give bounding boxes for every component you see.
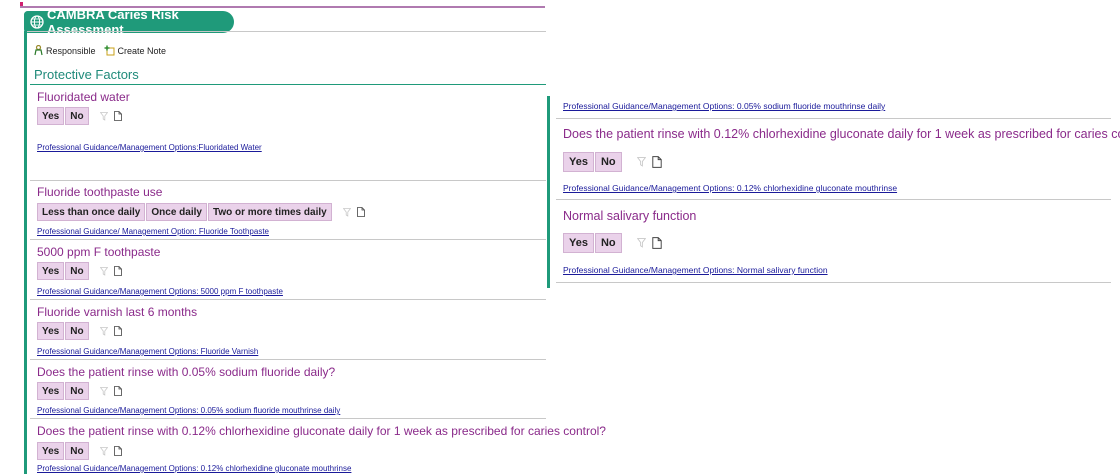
note-icon[interactable] (113, 446, 122, 456)
section-title: Protective Factors (34, 67, 139, 82)
option-once-daily[interactable]: Once daily (146, 203, 207, 221)
question-fluoride-toothpaste: Fluoride toothpaste use (37, 185, 163, 199)
filter-icon[interactable] (99, 111, 108, 121)
row-divider (30, 299, 546, 300)
responsible-label: Responsible (46, 45, 96, 56)
note-icon[interactable] (356, 207, 365, 217)
option-no[interactable]: No (65, 107, 89, 125)
option-yes[interactable]: Yes (37, 442, 65, 460)
header-tab[interactable]: CAMBRA Caries Risk Assessment (24, 7, 234, 37)
question-chlorhexidine-rinse: Does the patient rinse with 0.12% chlorh… (37, 424, 606, 438)
row-divider (30, 239, 546, 240)
header-title: CAMBRA Caries Risk Assessment (47, 7, 179, 37)
answer-row-chlorhexidine-rinse: Yes No (37, 442, 122, 460)
filter-icon[interactable] (342, 207, 351, 217)
question-5000ppm: 5000 ppm F toothpaste (37, 245, 161, 259)
guidance-link-normal-salivary-function[interactable]: Professional Guidance/Management Options… (563, 265, 828, 275)
option-no[interactable]: No (65, 442, 89, 460)
option-no[interactable]: No (65, 382, 89, 400)
guidance-link-sodium-fluoride-rinse[interactable]: Professional Guidance/Management Options… (37, 406, 340, 415)
row-divider (556, 282, 1111, 283)
globe-icon (30, 15, 44, 29)
row-divider (556, 199, 1111, 200)
option-no[interactable]: No (65, 262, 89, 280)
filter-icon[interactable] (99, 266, 108, 276)
question-sodium-fluoride-rinse: Does the patient rinse with 0.05% sodium… (37, 365, 336, 379)
right-accent-bar (547, 96, 550, 288)
filter-icon[interactable] (636, 238, 646, 248)
header-divider (24, 31, 546, 32)
create-note-label: Create Note (117, 45, 167, 56)
answer-row-fluoride-toothpaste: Less than once daily Once daily Two or m… (37, 203, 365, 221)
question-fluoridated-water: Fluoridated water (37, 90, 130, 104)
responsible-person-icon (34, 45, 43, 56)
option-less-than-once-daily[interactable]: Less than once daily (37, 203, 146, 221)
row-divider (30, 418, 546, 419)
guidance-link-fluoride-toothpaste[interactable]: Professional Guidance/ Management Option… (37, 227, 269, 236)
option-no[interactable]: No (65, 322, 89, 340)
guidance-link-5000ppm[interactable]: Professional Guidance/Management Options… (37, 287, 283, 296)
answer-row-normal-salivary-function: Yes No (563, 233, 662, 253)
create-note-icon (104, 45, 115, 56)
answer-row-chlorhexidine-rinse-right: Yes No (563, 152, 662, 172)
answer-row-fluoridated-water: Yes No (37, 107, 122, 125)
guidance-link-fluoride-varnish[interactable]: Professional Guidance/Management Options… (37, 347, 258, 356)
left-accent-bar (24, 31, 27, 474)
option-no[interactable]: No (594, 152, 622, 172)
option-yes[interactable]: Yes (37, 262, 65, 280)
responsible-button[interactable]: Responsible (34, 45, 96, 56)
question-fluoride-varnish: Fluoride varnish last 6 months (37, 305, 198, 319)
guidance-link-chlorhexidine-rinse[interactable]: Professional Guidance/Management Options… (37, 464, 351, 473)
note-icon[interactable] (651, 156, 662, 168)
row-divider (30, 180, 546, 181)
option-no[interactable]: No (594, 233, 622, 253)
filter-icon[interactable] (99, 326, 108, 336)
option-yes[interactable]: Yes (563, 233, 594, 253)
row-divider (30, 359, 546, 360)
note-icon[interactable] (113, 326, 122, 336)
guidance-link-fluoridated-water[interactable]: Professional Guidance/Management Options… (37, 143, 262, 152)
filter-icon[interactable] (99, 386, 108, 396)
section-divider (30, 84, 546, 85)
answer-row-5000ppm: Yes No (37, 262, 122, 280)
note-icon[interactable] (113, 266, 122, 276)
option-yes[interactable]: Yes (37, 322, 65, 340)
note-icon[interactable] (113, 111, 122, 121)
question-chlorhexidine-rinse-right: Does the patient rinse with 0.12% chlorh… (563, 127, 1120, 141)
option-two-or-more-daily[interactable]: Two or more times daily (207, 203, 332, 221)
answer-row-fluoride-varnish: Yes No (37, 322, 122, 340)
create-note-button[interactable]: Create Note (104, 45, 167, 56)
option-yes[interactable]: Yes (37, 382, 65, 400)
note-icon[interactable] (651, 237, 662, 249)
toolbar: Responsible Create Note (34, 45, 174, 56)
answer-row-sodium-fluoride-rinse: Yes No (37, 382, 122, 400)
guidance-link-chlorhexidine-rinse-right[interactable]: Professional Guidance/Management Options… (563, 183, 897, 193)
filter-icon[interactable] (99, 446, 108, 456)
note-icon[interactable] (113, 386, 122, 396)
guidance-link-sodium-fluoride-rinse-right[interactable]: Professional Guidance/Management Options… (563, 101, 885, 111)
filter-icon[interactable] (636, 157, 646, 167)
option-yes[interactable]: Yes (563, 152, 594, 172)
row-divider (556, 118, 1111, 119)
option-yes[interactable]: Yes (37, 107, 65, 125)
question-normal-salivary-function: Normal salivary function (563, 209, 697, 223)
